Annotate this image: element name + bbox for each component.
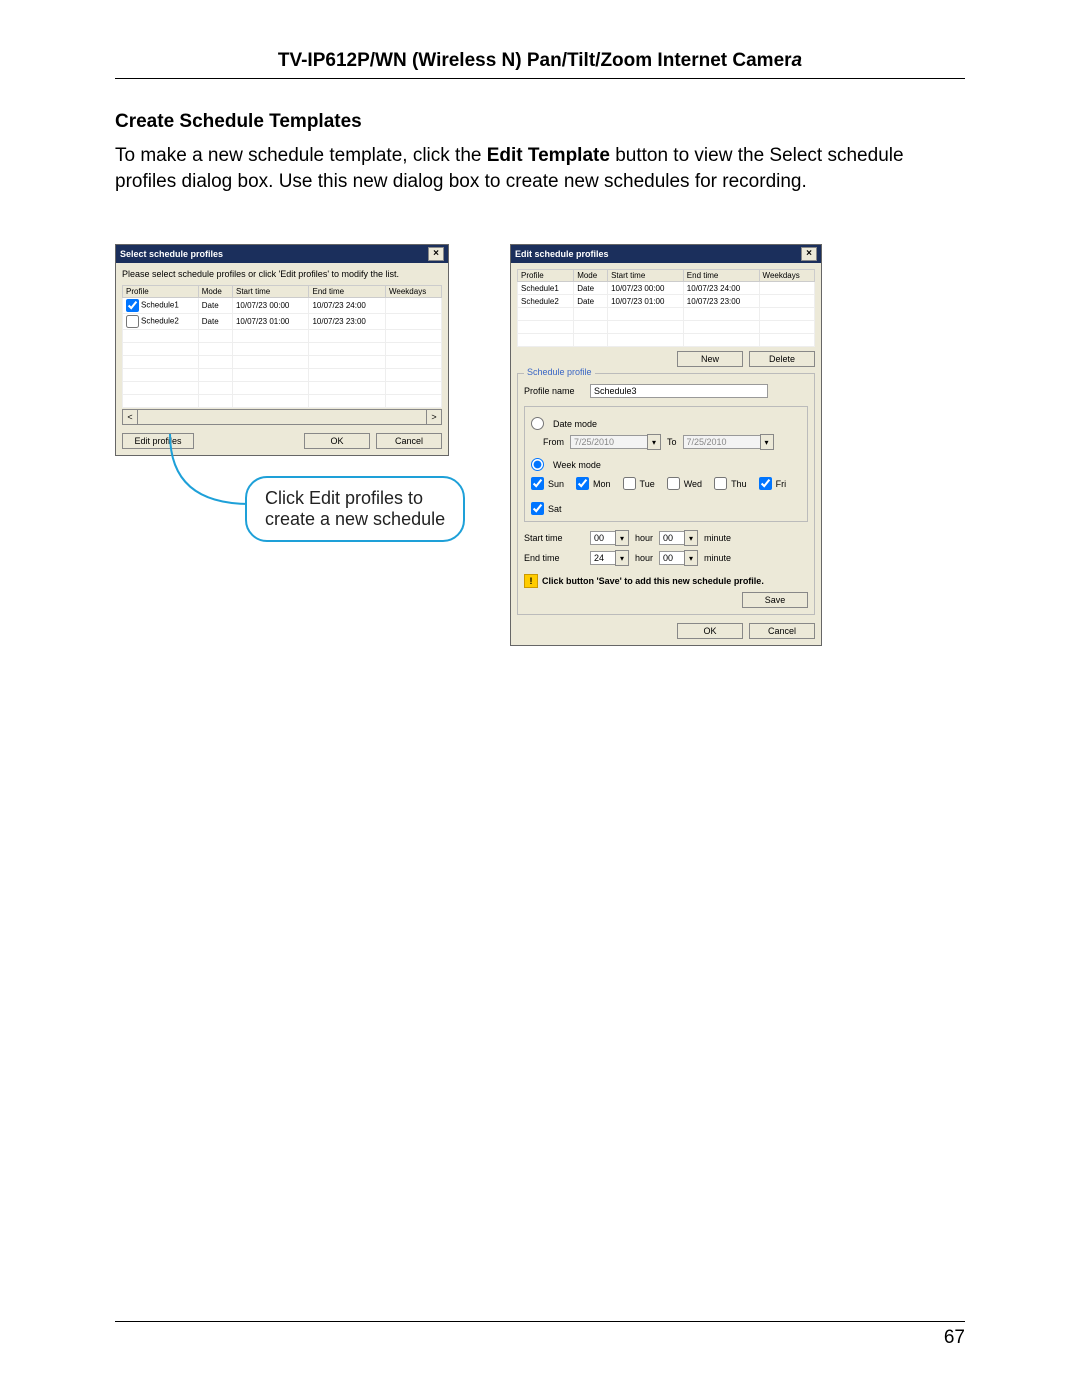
end-hour-select[interactable]: 24 [590, 551, 616, 565]
start-time-label: Start time [524, 533, 584, 543]
table-row[interactable]: Schedule1 Date 10/07/23 00:00 10/07/23 2… [518, 282, 815, 295]
weekday-checkboxes: Sun Mon Tue Wed Thu Fri Sat [531, 477, 801, 515]
week-mode-radio[interactable] [531, 458, 544, 471]
header-title: TV-IP612P/WN (Wireless N) Pan/Tilt/Zoom … [278, 50, 792, 71]
from-label: From [543, 437, 564, 447]
chevron-down-icon: ▾ [760, 434, 774, 450]
fri-checkbox[interactable] [759, 477, 772, 490]
week-mode-label: Week mode [553, 460, 601, 470]
start-minute-select[interactable]: 00 [659, 531, 685, 545]
to-date-input: 7/25/2010 [683, 435, 761, 449]
save-button[interactable]: Save [742, 592, 808, 608]
delete-button[interactable]: Delete [749, 351, 815, 367]
col-weekdays[interactable]: Weekdays [759, 270, 814, 282]
new-button[interactable]: New [677, 351, 743, 367]
warning-icon: ! [524, 574, 538, 588]
save-warning-text: Click button 'Save' to add this new sche… [542, 576, 764, 586]
cancel-button[interactable]: Cancel [749, 623, 815, 639]
col-mode[interactable]: Mode [574, 270, 608, 282]
col-profile[interactable]: Profile [518, 270, 574, 282]
edit-schedule-profiles-dialog: Edit schedule profiles × Profile Mode St… [510, 244, 822, 646]
mon-checkbox[interactable] [576, 477, 589, 490]
mode-group: Date mode From 7/25/2010▾ To 7/25/2010▾ … [524, 406, 808, 522]
thu-checkbox[interactable] [714, 477, 727, 490]
profile-name-label: Profile name [524, 386, 584, 396]
end-time-label: End time [524, 553, 584, 563]
col-end[interactable]: End time [683, 270, 759, 282]
section-paragraph: To make a new schedule template, click t… [115, 143, 965, 194]
page-header: TV-IP612P/WN (Wireless N) Pan/Tilt/Zoom … [115, 50, 965, 78]
sun-checkbox[interactable] [531, 477, 544, 490]
profile-name-input[interactable]: Schedule3 [590, 384, 768, 398]
table-row[interactable]: Schedule2 Date 10/07/23 01:00 10/07/23 2… [518, 295, 815, 308]
chevron-down-icon: ▾ [647, 434, 661, 450]
to-label: To [667, 437, 677, 447]
chevron-down-icon[interactable]: ▾ [615, 550, 629, 566]
section-heading: Create Schedule Templates [115, 111, 965, 133]
edit-profiles-callout: Click Edit profiles to create a new sche… [245, 476, 465, 542]
group-legend: Schedule profile [524, 367, 595, 377]
end-minute-select[interactable]: 00 [659, 551, 685, 565]
dialog2-profile-table: Profile Mode Start time End time Weekday… [517, 269, 815, 347]
chevron-down-icon[interactable]: ▾ [684, 530, 698, 546]
chevron-down-icon[interactable]: ▾ [615, 530, 629, 546]
callout-line2: create a new schedule [265, 509, 445, 530]
from-date-input: 7/25/2010 [570, 435, 648, 449]
date-mode-radio[interactable] [531, 417, 544, 430]
header-title-italic: a [792, 50, 803, 71]
chevron-down-icon[interactable]: ▾ [684, 550, 698, 566]
dialog2-titlebar[interactable]: Edit schedule profiles × [511, 245, 821, 263]
callout-line1: Click Edit profiles to [265, 488, 445, 509]
footer-rule [115, 1321, 965, 1322]
schedule-profile-group: Schedule profile Profile name Schedule3 … [517, 373, 815, 615]
sat-checkbox[interactable] [531, 502, 544, 515]
page-number: 67 [944, 1327, 965, 1349]
tue-checkbox[interactable] [623, 477, 636, 490]
col-start[interactable]: Start time [608, 270, 684, 282]
start-hour-select[interactable]: 00 [590, 531, 616, 545]
date-mode-label: Date mode [553, 419, 597, 429]
ok-button[interactable]: OK [677, 623, 743, 639]
wed-checkbox[interactable] [667, 477, 680, 490]
dialog2-title: Edit schedule profiles [515, 249, 609, 259]
close-icon[interactable]: × [801, 247, 817, 261]
